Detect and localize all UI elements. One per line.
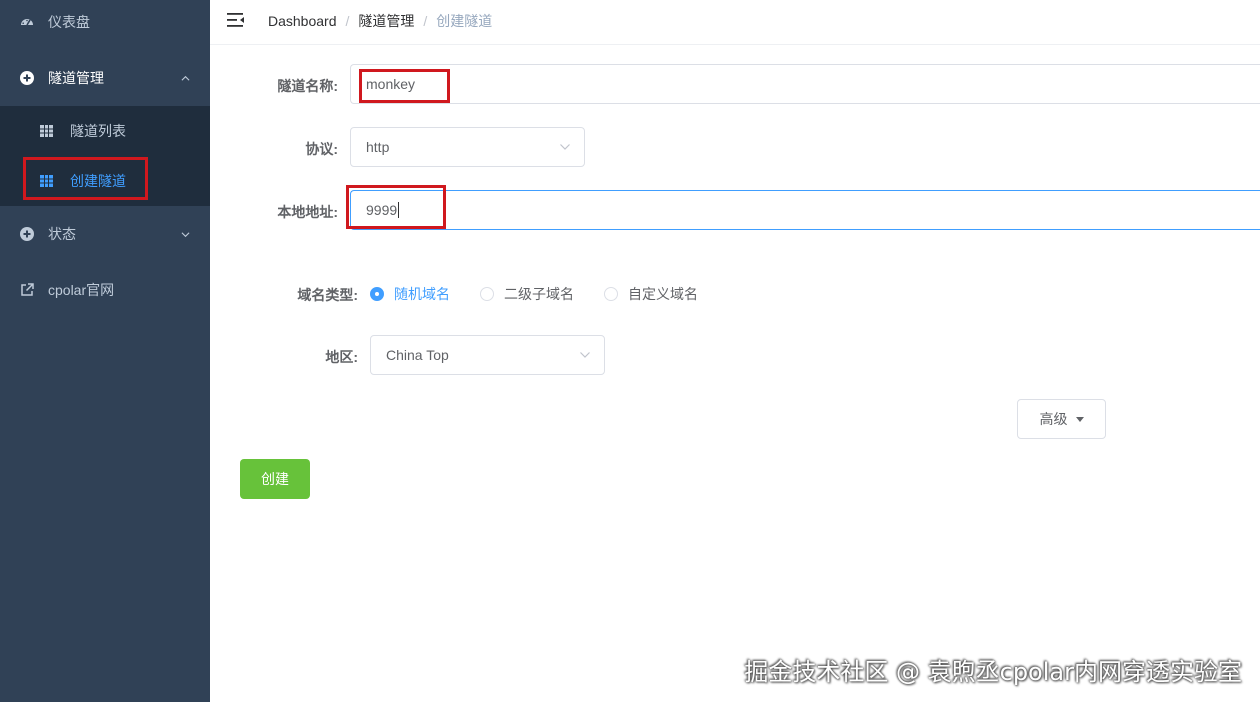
create-label: 创建 xyxy=(261,471,289,487)
domain-type-radio-group: 随机域名 二级子域名 自定义域名 xyxy=(370,284,728,304)
header-bar: Dashboard / 隧道管理 / 创建隧道 xyxy=(210,0,1260,45)
advanced-button[interactable]: 高级 xyxy=(1017,399,1106,439)
chevron-down-icon xyxy=(560,144,570,150)
local-address-input[interactable]: 9999 xyxy=(350,190,1260,230)
breadcrumb-create-tunnel: 创建隧道 xyxy=(436,13,493,29)
sidebar-item-label: 隧道列表 xyxy=(70,123,126,139)
sidebar: 仪表盘 隧道管理 隧道列表 创建隧道 状态 cpolar官网 xyxy=(0,0,210,702)
sidebar-item-tunnel-list[interactable]: 隧道列表 xyxy=(0,106,210,156)
highlight-box xyxy=(23,157,148,200)
local-address-label: 本地地址: xyxy=(277,204,338,220)
breadcrumb: Dashboard / 隧道管理 / 创建隧道 xyxy=(268,11,492,31)
radio-label: 自定义域名 xyxy=(628,286,698,302)
sidebar-item-dashboard[interactable]: 仪表盘 xyxy=(0,0,210,50)
sidebar-item-label: cpolar官网 xyxy=(48,282,115,298)
domain-type-label: 域名类型: xyxy=(297,287,358,303)
table-icon xyxy=(40,125,53,137)
sidebar-item-status[interactable]: 状态 xyxy=(0,206,210,262)
circle-plus-icon xyxy=(20,227,34,241)
region-select[interactable]: China Top xyxy=(370,335,605,375)
radio-dot xyxy=(604,287,618,301)
sidebar-item-tunnel-management[interactable]: 隧道管理 xyxy=(0,50,210,106)
advanced-label: 高级 xyxy=(1039,411,1068,427)
sidebar-item-label: 状态 xyxy=(48,226,76,242)
hamburger-icon[interactable] xyxy=(227,12,245,28)
radio-custom-domain[interactable]: 自定义域名 xyxy=(604,284,698,304)
watermark-text: 掘金技术社区 @ 袁煦丞cpolar内网穿透实验室 xyxy=(744,658,1242,686)
chevron-up-icon xyxy=(181,75,190,81)
breadcrumb-tunnel-management[interactable]: 隧道管理 xyxy=(358,11,414,31)
chevron-down-icon xyxy=(580,352,590,358)
radio-label: 二级子域名 xyxy=(504,286,574,302)
circle-plus-icon xyxy=(20,71,34,85)
sidebar-item-label: 隧道管理 xyxy=(48,70,104,86)
breadcrumb-separator: / xyxy=(345,13,350,29)
radio-dot-checked xyxy=(370,287,384,301)
breadcrumb-separator: / xyxy=(423,13,428,29)
radio-dot xyxy=(480,287,494,301)
sidebar-item-label: 仪表盘 xyxy=(48,14,90,30)
breadcrumb-dashboard[interactable]: Dashboard xyxy=(268,13,337,29)
caret-down-icon xyxy=(1075,416,1084,422)
chevron-down-icon xyxy=(181,231,190,237)
highlight-box xyxy=(359,69,450,103)
protocol-select[interactable]: http xyxy=(350,127,585,167)
protocol-value: http xyxy=(366,139,390,155)
region-label: 地区: xyxy=(325,349,358,365)
region-value: China Top xyxy=(386,347,449,363)
external-link-icon xyxy=(21,283,34,296)
highlight-box xyxy=(346,185,446,229)
radio-label: 随机域名 xyxy=(394,286,450,302)
tunnel-name-input[interactable]: monkey xyxy=(350,64,1260,104)
protocol-label: 协议: xyxy=(305,141,338,157)
radio-subdomain[interactable]: 二级子域名 xyxy=(480,284,574,304)
create-button[interactable]: 创建 xyxy=(240,459,310,499)
tunnel-name-label: 隧道名称: xyxy=(277,78,338,94)
radio-random-domain[interactable]: 随机域名 xyxy=(370,284,450,304)
dashboard-icon xyxy=(21,19,33,26)
sidebar-item-cpolar-site[interactable]: cpolar官网 xyxy=(0,262,210,318)
